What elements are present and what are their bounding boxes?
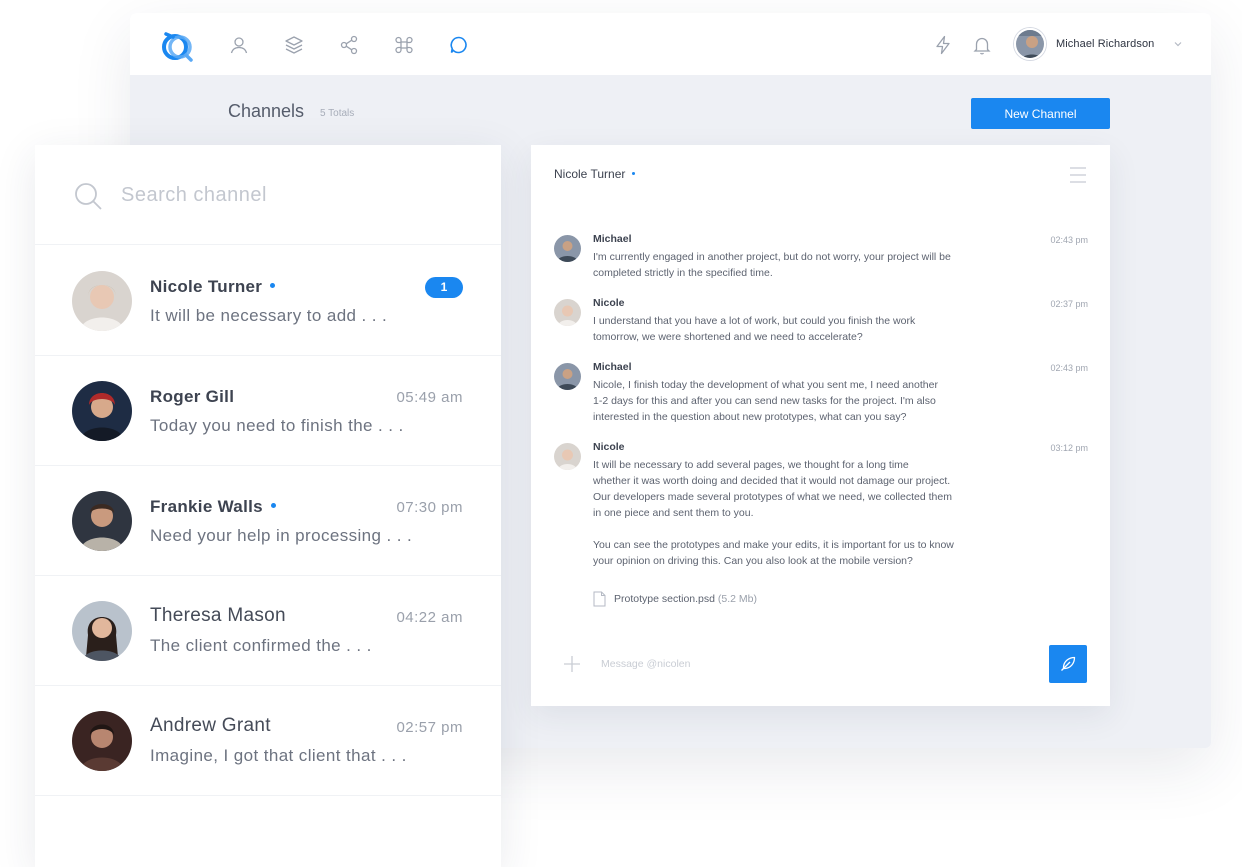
channels-count: 5 Totals — [320, 108, 355, 119]
channel-time: 02:57 pm — [396, 719, 463, 736]
avatar — [554, 363, 581, 390]
channel-item-frankie-walls[interactable]: Frankie Walls 07:30 pm Need your help in… — [35, 466, 501, 576]
channel-preview: Imagine, I got that client that . . . — [150, 746, 407, 765]
chat-panel: Nicole Turner Michael 02:43 pm I'm curre… — [531, 145, 1110, 706]
new-channel-button[interactable]: New Channel — [971, 98, 1110, 129]
message-author: Michael — [593, 233, 632, 245]
feather-icon — [1061, 656, 1076, 671]
message-time: 02:37 pm — [1050, 299, 1088, 309]
command-icon[interactable] — [393, 34, 415, 56]
channel-name: Frankie Walls — [150, 497, 276, 517]
avatar — [554, 235, 581, 262]
user-avatar[interactable] — [1014, 28, 1046, 60]
page-title: Channels — [228, 101, 305, 121]
message-author: Michael — [593, 361, 632, 373]
channel-item-theresa-mason[interactable]: Theresa Mason 04:22 am The client confir… — [35, 576, 501, 686]
channel-item-nicole-turner[interactable]: Nicole Turner 1 It will be necessary to … — [35, 246, 501, 356]
channel-time: 05:49 am — [396, 389, 463, 406]
message-text: It will be necessary to add several page… — [593, 459, 954, 567]
channel-name: Andrew Grant — [150, 715, 271, 736]
search-input[interactable] — [121, 180, 461, 210]
avatar — [554, 443, 581, 470]
channel-time: 04:22 am — [396, 609, 463, 626]
chat-contact-name: Nicole Turner — [554, 167, 636, 181]
logo-icon[interactable] — [160, 28, 196, 62]
bell-icon[interactable] — [971, 34, 993, 56]
message-text: Nicole, I finish today the development o… — [593, 379, 938, 423]
avatar — [72, 491, 132, 551]
online-indicator — [270, 503, 276, 509]
avatar — [72, 381, 132, 441]
top-navigation-bar: Michael Richardson — [130, 13, 1211, 75]
message-time: 02:43 pm — [1050, 235, 1088, 245]
chevron-down-icon[interactable] — [1172, 38, 1184, 50]
channel-name: Theresa Mason — [150, 605, 286, 626]
avatar — [554, 299, 581, 326]
layers-icon[interactable] — [283, 34, 305, 56]
attachment-name: Prototype section.psd — [614, 592, 715, 605]
message-time: 03:12 pm — [1050, 443, 1088, 453]
message-author: Nicole — [593, 441, 625, 453]
channel-preview: It will be necessary to add . . . — [150, 306, 388, 325]
file-icon — [593, 591, 606, 607]
chat-icon[interactable] — [448, 34, 470, 56]
channel-item-roger-gill[interactable]: Roger Gill 05:49 am Today you need to fi… — [35, 356, 501, 466]
unread-badge: 1 — [425, 277, 463, 298]
channel-time: 07:30 pm — [396, 499, 463, 516]
message-time: 02:43 pm — [1050, 363, 1088, 373]
send-button[interactable] — [1049, 645, 1087, 683]
attachment-size: (5.2 Mb) — [717, 592, 757, 605]
avatar — [72, 711, 132, 771]
channel-preview: Today you need to finish the . . . — [150, 416, 404, 435]
message-author: Nicole — [593, 297, 625, 309]
menu-icon[interactable] — [1068, 165, 1088, 185]
lightning-icon[interactable] — [932, 34, 954, 56]
channel-item-andrew-grant[interactable]: Andrew Grant 02:57 pm Imagine, I got tha… — [35, 686, 501, 796]
user-icon[interactable] — [228, 34, 250, 56]
message-input[interactable] — [601, 653, 1021, 675]
search-icon — [75, 183, 102, 210]
plus-icon[interactable] — [563, 655, 581, 673]
avatar — [72, 271, 132, 331]
online-indicator — [270, 283, 276, 289]
online-indicator — [632, 172, 636, 176]
channel-preview: Need your help in processing . . . — [150, 526, 413, 545]
avatar — [72, 601, 132, 661]
user-name[interactable]: Michael Richardson — [1056, 38, 1154, 50]
message-text: I understand that you have a lot of work… — [593, 315, 916, 343]
channel-list-panel: Nicole Turner 1 It will be necessary to … — [35, 145, 501, 867]
share-icon[interactable] — [338, 34, 360, 56]
search-bar — [35, 145, 501, 245]
message-text: I'm currently engaged in another project… — [593, 251, 951, 279]
channel-preview: The client confirmed the . . . — [150, 636, 372, 655]
channel-name: Roger Gill — [150, 387, 235, 406]
file-attachment[interactable]: Prototype section.psd (5.2 Mb) — [593, 591, 757, 607]
channel-name: Nicole Turner — [150, 277, 276, 297]
